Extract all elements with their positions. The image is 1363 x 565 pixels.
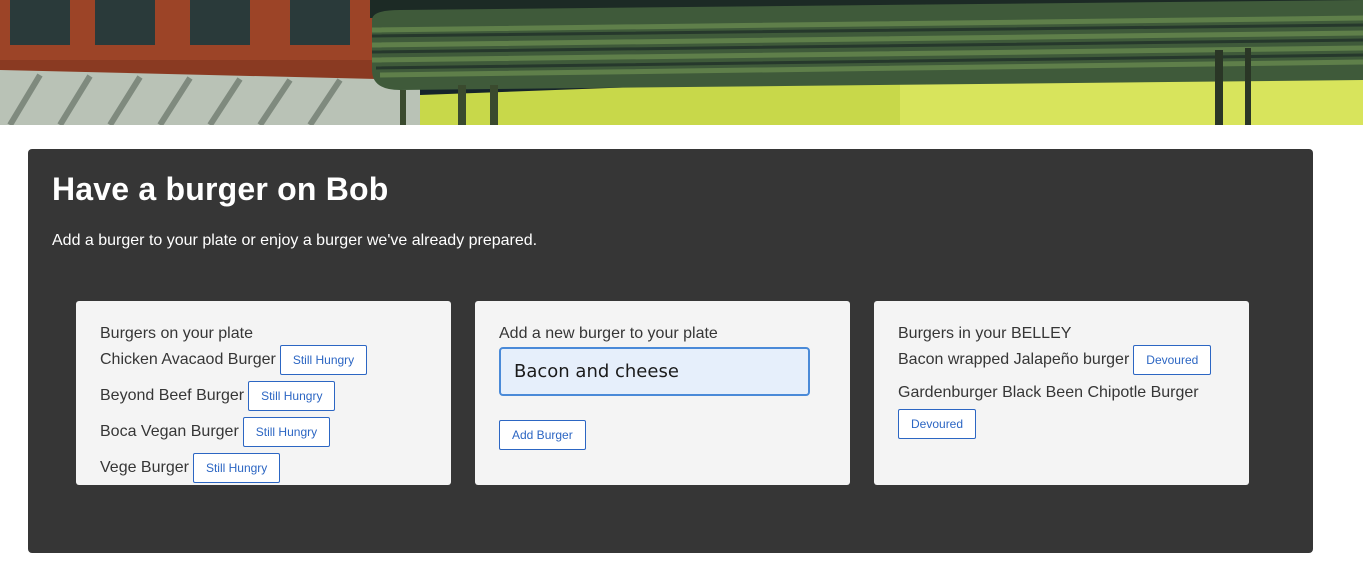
devoured-button[interactable]: Devoured [898, 409, 977, 439]
plate-heading: Burgers on your plate [100, 325, 253, 342]
burger-name: Gardenburger Black Been Chipotle Burger [898, 384, 1199, 401]
burger-name-input[interactable] [499, 347, 810, 396]
devoured-button[interactable]: Devoured [1133, 345, 1212, 375]
still-hungry-button[interactable]: Still Hungry [248, 381, 336, 411]
list-item: Boca Vegan Burger Still Hungry [100, 417, 427, 447]
jumbotron: Have a burger on Bob Add a burger to you… [28, 149, 1313, 553]
burger-name: Chicken Avacaod Burger [100, 351, 276, 368]
still-hungry-button[interactable]: Still Hungry [192, 453, 281, 483]
page-title: Have a burger on Bob [52, 171, 389, 207]
belly-card: Burgers in your BELLEY Bacon wrapped Jal… [874, 301, 1249, 485]
page-subtitle: Add a burger to your plate or enjoy a bu… [52, 232, 538, 249]
list-item: Vege Burger Still Hungry [100, 453, 427, 483]
burger-name: Vege Burger [100, 459, 189, 476]
still-hungry-button[interactable]: Still Hungry [242, 417, 331, 447]
belly-heading: Burgers in your BELLEY [898, 325, 1072, 342]
add-burger-card: Add a new burger to your plate Add Burge… [475, 301, 850, 485]
burger-name: Beyond Beef Burger [100, 387, 245, 404]
burger-name: Bacon wrapped Jalapeño burger [898, 351, 1130, 368]
list-item: Beyond Beef Burger Still Hungry [100, 381, 427, 411]
list-item: Chicken Avacaod Burger Still Hungry [100, 345, 427, 375]
plate-card: Burgers on your plate Chicken Avacaod Bu… [76, 301, 451, 485]
still-hungry-button[interactable]: Still Hungry [279, 345, 368, 375]
burger-name: Boca Vegan Burger [100, 423, 239, 440]
add-burger-heading: Add a new burger to your plate [499, 325, 718, 342]
add-burger-button[interactable]: Add Burger [499, 420, 586, 450]
list-item: Bacon wrapped Jalapeño burger Devoured [898, 345, 1225, 375]
banner-illustration [0, 0, 1363, 125]
building-illustration-icon [0, 0, 1363, 125]
list-item: Gardenburger Black Been Chipotle Burger … [898, 381, 1225, 439]
